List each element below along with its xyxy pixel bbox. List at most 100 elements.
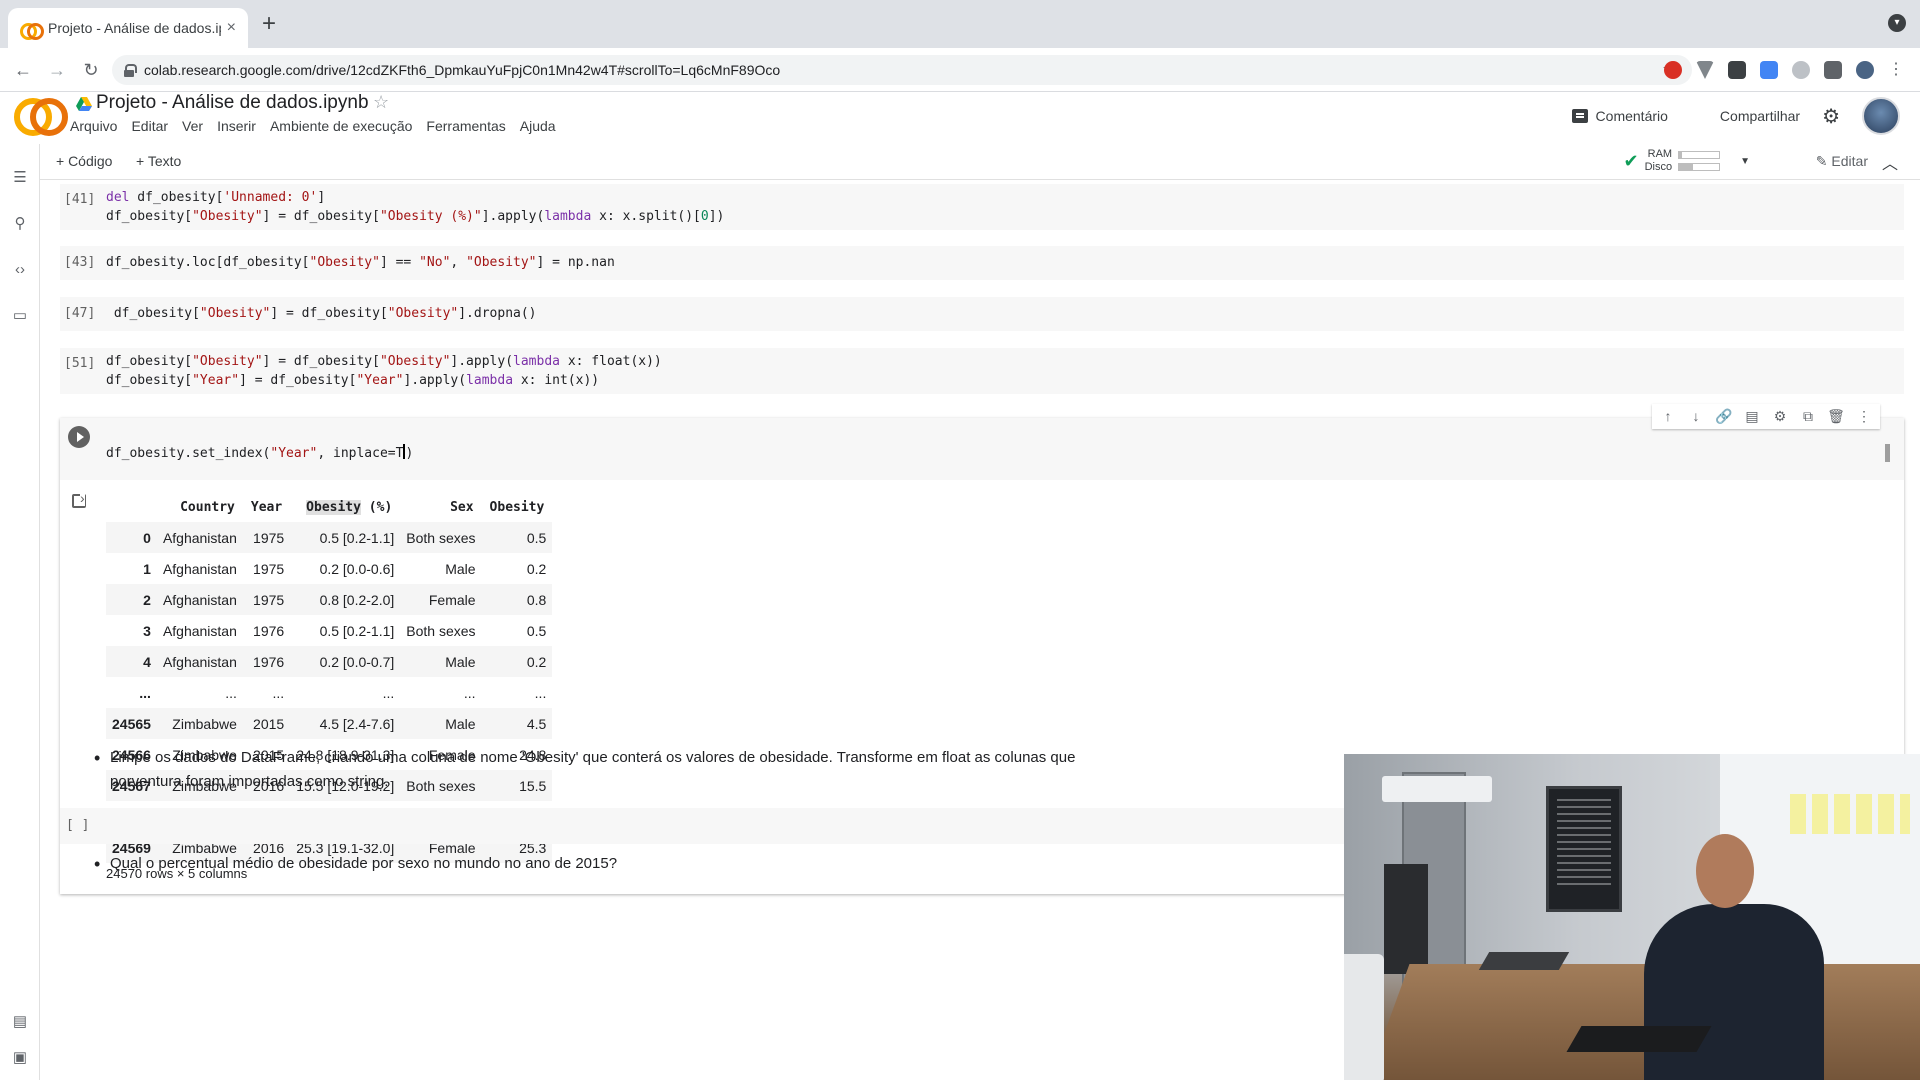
browser-menu-icon[interactable]: ⋮ bbox=[1888, 61, 1904, 79]
table-cell: ... bbox=[272, 684, 285, 701]
back-button[interactable]: ← bbox=[12, 59, 34, 81]
favorite-star-icon[interactable]: ☆ bbox=[373, 92, 389, 113]
col-header-sex: Sex bbox=[450, 499, 474, 515]
col-header-obesity-pct: Obesity (%) bbox=[306, 499, 393, 515]
user-avatar[interactable] bbox=[1862, 97, 1900, 135]
menu-bar: Arquivo Editar Ver Inserir Ambiente de e… bbox=[70, 118, 556, 134]
extension-shield-icon[interactable] bbox=[1664, 61, 1682, 79]
left-sidebar: ☰ ⚲ ‹› ▭ ▤ ▣ bbox=[0, 144, 40, 1080]
code-cell-47[interactable]: [47] df_obesity["Obesity"] = df_obesity[… bbox=[60, 297, 1904, 331]
ram-usage-bar bbox=[1678, 151, 1721, 159]
move-down-icon[interactable]: ↓ bbox=[1686, 408, 1706, 425]
table-cell: Male bbox=[445, 560, 476, 577]
delete-icon[interactable]: 🗑 bbox=[1826, 408, 1846, 425]
cell-toolbar: ↑ ↓ 🔗 ▤ ⚙ ⧉ 🗑 ⋮ bbox=[1652, 404, 1880, 429]
files-folder-icon[interactable]: ▭ bbox=[12, 308, 28, 324]
table-cell: Afghanistan bbox=[162, 529, 237, 546]
menu-ver[interactable]: Ver bbox=[182, 118, 203, 134]
extension-card-icon[interactable] bbox=[1760, 61, 1778, 79]
active-cell-input[interactable]: df_obesity.set_index("Year", inplace=T) bbox=[60, 418, 1904, 480]
sticky-notes bbox=[1790, 794, 1910, 834]
address-bar[interactable]: colab.research.google.com/drive/12cdZKFt… bbox=[112, 55, 1692, 85]
dataframe-header-row: Country Year Obesity (%) Sex Obesity bbox=[106, 492, 552, 522]
code-snippets-icon[interactable]: ‹› bbox=[12, 262, 28, 278]
table-cell: Female bbox=[428, 591, 476, 608]
ram-usage-fill bbox=[1679, 152, 1683, 158]
cell-code[interactable]: df_obesity.loc[df_obesity["Obesity"] == … bbox=[106, 253, 615, 272]
table-cell: 0.5 [0.2-1.1] bbox=[319, 622, 395, 639]
table-cell: 1976 bbox=[253, 622, 285, 639]
webcam-overlay bbox=[1344, 754, 1920, 1080]
cell-code[interactable]: del df_obesity['Unnamed: 0'] df_obesity[… bbox=[106, 188, 724, 226]
table-cell: 0.5 bbox=[526, 622, 547, 639]
exec-count: [41] bbox=[64, 192, 96, 207]
extensions-puzzle-icon[interactable] bbox=[1824, 61, 1842, 79]
notebook-title[interactable]: Projeto - Análise de dados.ipynb bbox=[96, 92, 369, 114]
table-cell: Male bbox=[445, 715, 476, 732]
new-tab-button[interactable]: + bbox=[262, 12, 276, 36]
output-actions-icon[interactable] bbox=[72, 490, 86, 508]
search-icon[interactable]: ⚲ bbox=[12, 216, 28, 232]
code-cell-43[interactable]: [43] df_obesity.loc[df_obesity["Obesity"… bbox=[60, 246, 1904, 280]
disk-label: Disco bbox=[1644, 161, 1673, 173]
browser-tab-active[interactable]: Projeto - Análise de dados.ipy × bbox=[8, 8, 248, 48]
resources-dropdown-icon[interactable]: ▼ bbox=[1740, 156, 1750, 167]
table-of-contents-icon[interactable]: ☰ bbox=[12, 170, 28, 186]
colab-logo-icon[interactable] bbox=[14, 98, 68, 136]
comment-icon[interactable]: ▤ bbox=[1742, 408, 1762, 425]
add-text-button[interactable]: + Texto bbox=[136, 153, 181, 169]
cell-settings-icon[interactable]: ⚙ bbox=[1770, 408, 1790, 425]
menu-ferramentas[interactable]: Ferramentas bbox=[426, 118, 505, 134]
col-header-obesity: Obesity bbox=[489, 499, 545, 515]
table-cell: 0.2 bbox=[526, 560, 547, 577]
cell-code[interactable]: df_obesity["Obesity"] = df_obesity["Obes… bbox=[106, 352, 662, 390]
google-drive-icon bbox=[76, 97, 92, 111]
markdown-item-mean-obesity[interactable]: • Qual o percentual médio de obesidade p… bbox=[94, 852, 1080, 876]
markdown-text: Limpe os dados do DataFrame, criando uma… bbox=[110, 749, 1076, 790]
extension-v-icon[interactable] bbox=[1696, 61, 1714, 79]
edit-button[interactable]: ✎ Editar bbox=[1816, 153, 1868, 170]
comment-button[interactable]: Comentário bbox=[1571, 108, 1668, 124]
forward-button[interactable]: → bbox=[46, 59, 68, 81]
extension-dots-icon[interactable] bbox=[1728, 61, 1746, 79]
reload-button[interactable]: ↻ bbox=[80, 59, 102, 81]
table-cell: 4.5 bbox=[526, 715, 547, 732]
code-cell-41[interactable]: [41] del df_obesity['Unnamed: 0'] df_obe… bbox=[60, 184, 1904, 230]
profile-avatar-icon[interactable] bbox=[1856, 61, 1874, 79]
code-cell-51[interactable]: [51] df_obesity["Obesity"] = df_obesity[… bbox=[60, 348, 1904, 394]
mirror-cell-icon[interactable]: ⧉ bbox=[1798, 408, 1818, 425]
command-palette-icon[interactable]: ▤ bbox=[12, 1014, 28, 1030]
table-cell: ... bbox=[463, 684, 476, 701]
comment-label: Comentário bbox=[1595, 108, 1668, 124]
editor-scrollbar[interactable] bbox=[1885, 444, 1890, 462]
more-options-icon[interactable]: ⋮ bbox=[1854, 408, 1874, 425]
row-index: 24565 bbox=[112, 715, 151, 732]
run-cell-button[interactable] bbox=[68, 426, 90, 448]
markdown-item-clean-data[interactable]: • Limpe os dados do DataFrame, criando u… bbox=[94, 746, 1080, 794]
row-index: ... bbox=[139, 684, 151, 701]
add-code-button[interactable]: + Código bbox=[56, 153, 112, 169]
table-cell: 2015 bbox=[253, 715, 285, 732]
air-conditioner bbox=[1382, 776, 1492, 802]
menu-inserir[interactable]: Inserir bbox=[217, 118, 256, 134]
cell-code[interactable]: df_obesity["Obesity"] = df_obesity["Obes… bbox=[106, 304, 537, 323]
menu-editar[interactable]: Editar bbox=[131, 118, 168, 134]
tab-search-icon[interactable]: ▾ bbox=[1888, 14, 1906, 32]
terminal-icon[interactable]: ▣ bbox=[12, 1050, 28, 1066]
table-row: 24565 Zimbabwe 2015 4.5 [2.4-7.6] Male 4.5 bbox=[106, 708, 553, 739]
menu-ajuda[interactable]: Ajuda bbox=[520, 118, 556, 134]
table-row: 4 Afghanistan 1976 0.2 [0.0-0.7] Male 0.2 bbox=[106, 646, 553, 677]
move-up-icon[interactable]: ↑ bbox=[1658, 408, 1678, 425]
link-icon[interactable]: 🔗 bbox=[1714, 408, 1734, 425]
menu-ambiente[interactable]: Ambiente de execução bbox=[270, 118, 412, 134]
url-text: colab.research.google.com/drive/12cdZKFt… bbox=[144, 62, 781, 78]
tab-close-icon[interactable]: × bbox=[227, 19, 236, 37]
share-button[interactable]: Compartilhar bbox=[1690, 108, 1800, 124]
collapse-header-icon[interactable]: ︿ bbox=[1882, 150, 1898, 174]
settings-gear-icon[interactable]: ⚙ bbox=[1822, 104, 1840, 129]
menu-arquivo[interactable]: Arquivo bbox=[70, 118, 117, 134]
cell-code-editor[interactable]: df_obesity.set_index("Year", inplace=T) bbox=[106, 444, 413, 463]
extension-circle-icon[interactable] bbox=[1792, 61, 1810, 79]
resources-indicator[interactable]: ✔ RAM Disco ▼ bbox=[1623, 148, 1750, 174]
table-cell: Both sexes bbox=[406, 529, 476, 546]
